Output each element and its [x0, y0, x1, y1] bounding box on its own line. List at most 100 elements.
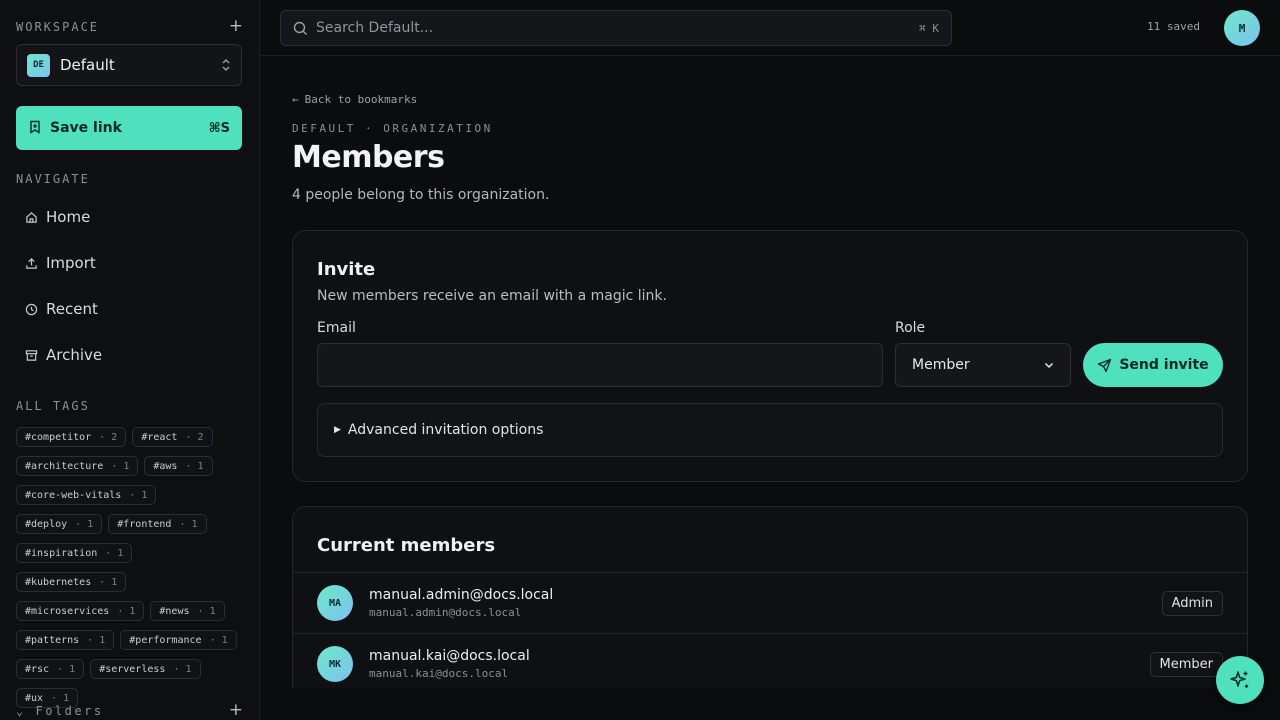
tag-chip[interactable]: #performance · 1: [120, 630, 237, 650]
add-folder-icon[interactable]: +: [229, 702, 243, 719]
tag-chip[interactable]: #inspiration · 1: [16, 543, 133, 563]
tag-name: #aws: [153, 460, 178, 472]
page-title: Members: [292, 140, 445, 175]
role-badge[interactable]: Member: [1149, 651, 1223, 677]
search-icon: [293, 21, 307, 35]
tag-count: · 1: [75, 518, 94, 530]
save-link-shortcut: ⌘S: [208, 120, 230, 136]
sidebar: WORKSPACE + DE Default Save link ⌘S NAVI…: [0, 0, 260, 720]
tag-name: #competitor: [25, 431, 92, 443]
tag-count: · 2: [99, 431, 118, 443]
member-row[interactable]: MA manual.admin@docs.local manual.admin@…: [293, 572, 1247, 633]
member-email: manual.admin@docs.local: [369, 606, 522, 619]
save-link-button[interactable]: Save link ⌘S: [16, 106, 242, 150]
tag-chip[interactable]: #kubernetes · 1: [16, 572, 127, 592]
tag-chip[interactable]: #aws · 1: [144, 456, 213, 476]
tag-name: #rsc: [25, 663, 50, 675]
advanced-options-label: Advanced invitation options: [347, 422, 544, 438]
tag-chip[interactable]: #architecture · 1: [16, 456, 139, 476]
disclosure-triangle-icon: ▶: [334, 425, 341, 435]
nav-item-recent[interactable]: Recent: [16, 289, 243, 329]
nav-item-import[interactable]: Import: [16, 243, 243, 283]
tag-name: #kubernetes: [25, 576, 92, 588]
home-icon: [26, 211, 37, 223]
members-title: Current members: [317, 535, 496, 556]
tag-count: · 1: [57, 663, 76, 675]
bookmark-plus-icon: [28, 119, 42, 138]
tag-name: #architecture: [25, 460, 104, 472]
tag-chip[interactable]: #news · 1: [150, 601, 225, 621]
invite-subtitle: New members receive an email with a magi…: [317, 288, 667, 304]
role-badge[interactable]: Admin: [1161, 590, 1223, 616]
tag-chip[interactable]: #competitor · 2: [16, 427, 127, 447]
chevron-up-down-icon: [221, 58, 231, 72]
search-shortcut: ⌘ K: [919, 21, 939, 35]
sparkles-icon: [1230, 671, 1249, 688]
nav-item-archive[interactable]: Archive: [16, 335, 243, 375]
role-select[interactable]: Member: [895, 343, 1071, 387]
member-name: manual.admin@docs.local: [369, 587, 554, 603]
user-avatar[interactable]: M: [1224, 10, 1260, 46]
tag-count: · 1: [105, 547, 124, 559]
tag-chip[interactable]: #core-web-vitals · 1: [16, 485, 157, 505]
tag-count: · 1: [99, 576, 118, 588]
tag-chip[interactable]: #frontend · 1: [108, 514, 207, 534]
send-invite-button[interactable]: Send invite: [1083, 343, 1223, 387]
folders-header[interactable]: ⌄ Folders +: [16, 702, 243, 719]
email-label: Email: [317, 320, 356, 336]
tag-name: #serverless: [99, 663, 166, 675]
member-avatar: MA: [317, 585, 353, 621]
back-link-label: Back to bookmarks: [304, 93, 418, 106]
role-select-value: Member: [912, 357, 970, 373]
tag-count: · 1: [111, 460, 130, 472]
tag-chip[interactable]: #rsc · 1: [16, 659, 85, 679]
tag-name: #news: [159, 605, 190, 617]
tag-name: #react: [141, 431, 178, 443]
tag-list: #competitor · 2 #react · 2 #architecture…: [16, 427, 246, 708]
tag-name: #frontend: [117, 518, 172, 530]
nav-item-home[interactable]: Home: [16, 197, 243, 237]
tag-count: · 1: [197, 605, 216, 617]
tag-chip[interactable]: #react · 2: [132, 427, 213, 447]
chevron-down-icon: [1044, 362, 1054, 369]
back-to-bookmarks-link[interactable]: ← Back to bookmarks: [292, 93, 417, 106]
nav-item-label: Archive: [46, 346, 103, 364]
tag-chip[interactable]: #serverless · 1: [90, 659, 201, 679]
tag-count: · 1: [185, 460, 204, 472]
email-field[interactable]: [317, 343, 883, 387]
tag-chip[interactable]: #patterns · 1: [16, 630, 115, 650]
tag-chip[interactable]: #microservices · 1: [16, 601, 145, 621]
member-email: manual.kai@docs.local: [369, 667, 509, 680]
send-invite-label: Send invite: [1119, 357, 1209, 373]
arrow-left-icon: ←: [292, 93, 299, 106]
members-card: Current members MA manual.admin@docs.loc…: [292, 506, 1248, 688]
member-avatar: MK: [317, 646, 353, 682]
tag-name: #deploy: [25, 518, 68, 530]
add-workspace-icon[interactable]: +: [229, 18, 243, 35]
send-icon: [1098, 358, 1112, 372]
search-input[interactable]: Search Default...: [316, 20, 919, 36]
navigate-label: NAVIGATE: [16, 172, 90, 186]
folders-label-text: Folders: [35, 703, 104, 718]
tag-count: · 1: [179, 518, 198, 530]
ai-assistant-button[interactable]: [1216, 656, 1264, 704]
tag-name: #patterns: [25, 634, 80, 646]
page-subtitle: 4 people belong to this organization.: [292, 187, 550, 203]
member-row[interactable]: MK manual.kai@docs.local manual.kai@docs…: [293, 633, 1247, 688]
workspace-selector[interactable]: DE Default: [16, 44, 242, 86]
tag-chip[interactable]: #deploy · 1: [16, 514, 103, 534]
member-info: manual.kai@docs.local manual.kai@docs.lo…: [369, 648, 1150, 680]
advanced-options-toggle[interactable]: ▶ Advanced invitation options: [317, 403, 1223, 457]
role-label: Role: [895, 320, 926, 336]
chevron-down-icon: ⌄: [16, 703, 26, 718]
invite-title: Invite: [317, 259, 376, 280]
nav-item-label: Import: [46, 254, 96, 272]
search-bar[interactable]: Search Default... ⌘ K: [280, 10, 952, 46]
tag-name: #core-web-vitals: [25, 489, 122, 501]
tag-name: #performance: [129, 634, 202, 646]
tag-count: · 1: [129, 489, 148, 501]
workspace-name: Default: [60, 56, 115, 74]
tag-count: · 1: [209, 634, 228, 646]
archive-icon: [25, 349, 38, 361]
save-link-label: Save link: [50, 120, 122, 136]
